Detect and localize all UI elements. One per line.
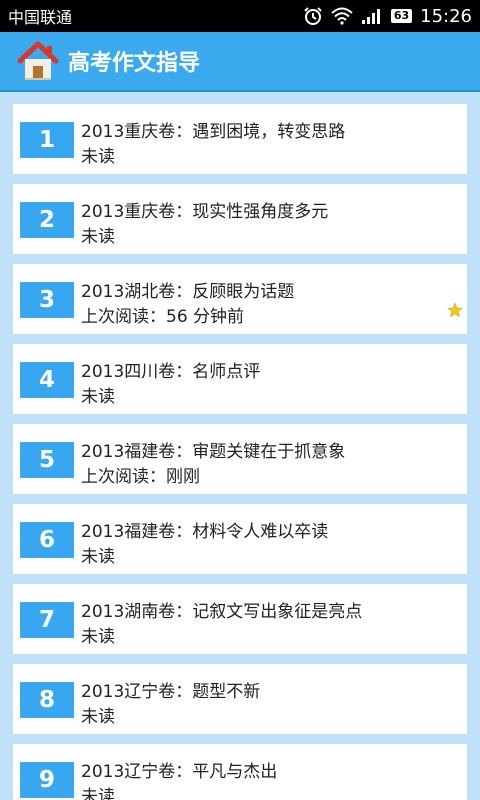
item-title: 2013四川卷：名师点评: [81, 362, 261, 382]
alarm-icon: [303, 6, 323, 26]
wifi-icon: [331, 7, 353, 25]
article-list: 1 2013重庆卷：遇到困境，转变思路 未读 2 2013重庆卷：现实性强角度多…: [0, 94, 480, 800]
battery-icon: 63: [390, 9, 413, 23]
item-read-status: 未读: [81, 387, 115, 407]
home-icon[interactable]: [16, 39, 60, 83]
item-read-status: 未读: [81, 547, 115, 567]
list-item[interactable]: 6 2013福建卷：材料令人难以卒读 未读: [13, 504, 467, 574]
item-number-badge: 2: [20, 202, 74, 238]
star-icon: [447, 302, 463, 318]
item-number-badge: 5: [20, 442, 74, 478]
item-title: 2013重庆卷：现实性强角度多元: [81, 202, 329, 222]
app-bar: 高考作文指导: [0, 32, 480, 92]
item-number-badge: 9: [20, 762, 74, 798]
list-item[interactable]: 3 2013湖北卷：反顾眼为话题 上次阅读：56 分钟前: [13, 264, 467, 334]
item-number-badge: 1: [20, 122, 74, 158]
clock: 15:26: [420, 5, 472, 27]
list-item[interactable]: 1 2013重庆卷：遇到困境，转变思路 未读: [13, 104, 467, 174]
carrier-name: 中国联通: [8, 8, 73, 27]
item-read-status: 未读: [81, 707, 115, 727]
item-title: 2013福建卷：材料令人难以卒读: [81, 522, 329, 542]
signal-icon: [361, 7, 383, 25]
item-read-status: 上次阅读：56 分钟前: [81, 307, 245, 327]
item-read-status: 上次阅读：刚刚: [81, 467, 200, 487]
item-number-badge: 6: [20, 522, 74, 558]
item-title: 2013湖南卷：记叙文写出象征是亮点: [81, 602, 363, 622]
list-item[interactable]: 8 2013辽宁卷：题型不新 未读: [13, 664, 467, 734]
item-read-status: 未读: [81, 147, 115, 167]
item-number-badge: 8: [20, 682, 74, 718]
item-title: 2013重庆卷：遇到困境，转变思路: [81, 122, 346, 142]
list-item[interactable]: 2 2013重庆卷：现实性强角度多元 未读: [13, 184, 467, 254]
list-item[interactable]: 9 2013辽宁卷：平凡与杰出 未读: [13, 744, 467, 800]
list-item[interactable]: 7 2013湖南卷：记叙文写出象征是亮点 未读: [13, 584, 467, 654]
item-read-status: 未读: [81, 627, 115, 647]
item-title: 2013辽宁卷：题型不新: [81, 682, 261, 702]
item-title: 2013辽宁卷：平凡与杰出: [81, 762, 278, 782]
list-item[interactable]: 4 2013四川卷：名师点评 未读: [13, 344, 467, 414]
list-item[interactable]: 5 2013福建卷：审题关键在于抓意象 上次阅读：刚刚: [13, 424, 467, 494]
item-read-status: 未读: [81, 787, 115, 800]
status-icons: 63 15:26: [303, 6, 472, 27]
status-bar: 中国联通 63 15:26: [0, 0, 480, 32]
item-number-badge: 4: [20, 362, 74, 398]
app-title: 高考作文指导: [68, 51, 201, 76]
item-number-badge: 3: [20, 282, 74, 318]
item-read-status: 未读: [81, 227, 115, 247]
item-title: 2013湖北卷：反顾眼为话题: [81, 282, 295, 302]
item-number-badge: 7: [20, 602, 74, 638]
item-title: 2013福建卷：审题关键在于抓意象: [81, 442, 346, 462]
